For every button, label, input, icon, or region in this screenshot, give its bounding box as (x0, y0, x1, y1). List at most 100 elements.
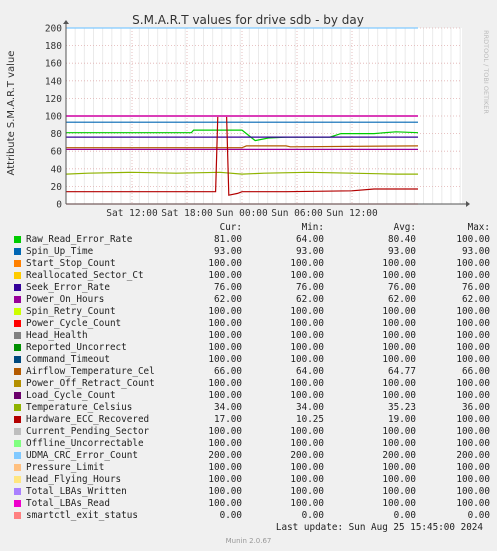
legend-row: Pressure_Limit 100.00 100.00 100.00 100.00 (12, 462, 492, 474)
legend-cur: 100.00 (208, 462, 242, 473)
legend-name: Raw_Read_Error_Rate (26, 234, 133, 245)
legend-row: Power_Cycle_Count 100.00 100.00 100.00 100.0… (12, 318, 492, 330)
legend-min: 100.00 (290, 270, 324, 281)
legend-name: Command_Timeout (26, 354, 110, 365)
legend-max: 100.00 (456, 438, 490, 449)
legend-max: 100.00 (456, 390, 490, 401)
legend-rows: Raw_Read_Error_Rate 81.00 64.00 80.40 100.00… (12, 234, 492, 522)
legend-min: 100.00 (290, 258, 324, 269)
legend-avg: 100.00 (382, 378, 416, 389)
legend-name: Total_LBAs_Written (26, 486, 127, 497)
legend-avg: 100.00 (382, 462, 416, 473)
legend-min: 64.00 (296, 366, 324, 377)
y-tick-label: 140 (45, 76, 62, 87)
legend-avg: 100.00 (382, 330, 416, 341)
legend-cur: 100.00 (208, 318, 242, 329)
legend-name: Temperature_Celsius (26, 402, 133, 413)
legend-min: 0.00 (301, 510, 324, 521)
legend-avg: 100.00 (382, 342, 416, 353)
legend-min: 100.00 (290, 318, 324, 329)
legend-min: 100.00 (290, 378, 324, 389)
legend-name: Seek_Error_Rate (26, 282, 110, 293)
legend-min: 100.00 (290, 330, 324, 341)
x-tick-label: Sun 06:00 (271, 208, 323, 219)
last-update: Last update: Sun Aug 25 15:45:00 2024 (275, 522, 483, 533)
legend-row: Start_Stop_Count 100.00 100.00 100.00 100.00 (12, 258, 492, 270)
legend-avg: 100.00 (382, 426, 416, 437)
legend-name: Current_Pending_Sector (26, 426, 150, 437)
legend-cur: 100.00 (208, 342, 242, 353)
legend-swatch (14, 380, 21, 387)
x-tick-label: Sat 18:00 (161, 208, 213, 219)
legend-max: 100.00 (456, 462, 490, 473)
legend-cur: 81.00 (214, 234, 242, 245)
y-tick-label: 100 (45, 112, 62, 123)
legend-avg: 76.00 (388, 282, 416, 293)
legend-header: Cur: Min: Avg: Max: (12, 222, 492, 234)
legend-max: 0.00 (467, 510, 490, 521)
header-cur: Cur: (219, 222, 242, 233)
legend-avg: 100.00 (382, 354, 416, 365)
legend-min: 100.00 (290, 474, 324, 485)
legend-avg: 62.00 (388, 294, 416, 305)
legend-min: 34.00 (296, 402, 324, 413)
legend-swatch (14, 356, 21, 363)
legend-avg: 100.00 (382, 474, 416, 485)
legend-swatch (14, 488, 21, 495)
x-axis-arrow (466, 201, 470, 207)
legend-row: Power_Off_Retract_Count 100.00 100.00 100.0… (12, 378, 492, 390)
legend-min: 100.00 (290, 426, 324, 437)
legend-avg: 64.77 (388, 366, 416, 377)
smart-chart: S.M.A.R.T values for drive sdb - by day … (6, 13, 490, 219)
legend-avg: 35.23 (388, 402, 416, 413)
legend-swatch (14, 332, 21, 339)
legend-swatch (14, 452, 21, 459)
legend-name: Hardware_ECC_Recovered (26, 414, 150, 425)
legend-max: 100.00 (456, 474, 490, 485)
legend-cur: 17.00 (214, 414, 242, 425)
legend-max: 200.00 (456, 450, 490, 461)
legend-cur: 100.00 (208, 486, 242, 497)
legend-cur: 100.00 (208, 438, 242, 449)
legend-min: 100.00 (290, 306, 324, 317)
legend-name: Power_On_Hours (26, 294, 105, 305)
legend-row: Spin_Up_Time 93.00 93.00 93.00 93.00 (12, 246, 492, 258)
legend-min: 64.00 (296, 234, 324, 245)
legend-cur: 76.00 (214, 282, 242, 293)
legend-swatch (14, 236, 21, 243)
legend-swatch (14, 296, 21, 303)
legend-swatch (14, 248, 21, 255)
legend-min: 200.00 (290, 450, 324, 461)
legend-min: 100.00 (290, 438, 324, 449)
legend-cur: 100.00 (208, 474, 242, 485)
legend-swatch (14, 368, 21, 375)
legend-min: 100.00 (290, 390, 324, 401)
legend-avg: 19.00 (388, 414, 416, 425)
legend-max: 66.00 (462, 366, 490, 377)
y-tick-label: 60 (51, 147, 63, 158)
legend-row: Reallocated_Sector_Ct 100.00 100.00 100.00 1… (12, 270, 492, 282)
legend-name: Reported_Uncorrect (26, 342, 127, 353)
y-tick-label: 200 (45, 24, 62, 35)
legend-swatch (14, 272, 21, 279)
legend-row: Airflow_Temperature_Cel 66.00 64.00 64.77 66… (12, 366, 492, 378)
legend-row: Spin_Retry_Count 100.00 100.00 100.00 100.00 (12, 306, 492, 318)
legend-cur: 200.00 (208, 450, 242, 461)
legend-max: 93.00 (462, 246, 490, 257)
legend-row: Power_On_Hours 62.00 62.00 62.00 62.00 (12, 294, 492, 306)
header-max: Max: (467, 222, 490, 233)
legend-cur: 100.00 (208, 378, 242, 389)
legend-max: 100.00 (456, 354, 490, 365)
legend-row: Total_LBAs_Read 100.00 100.00 100.00 100.00 (12, 498, 492, 510)
legend-cur: 100.00 (208, 330, 242, 341)
legend-max: 100.00 (456, 330, 490, 341)
y-tick-label: 40 (51, 164, 63, 175)
y-tick-label: 80 (51, 129, 63, 140)
legend-name: Head_Health (26, 330, 88, 341)
legend-max: 100.00 (456, 234, 490, 245)
legend-max: 76.00 (462, 282, 490, 293)
watermark: RRDTOOL / TOBI OETIKER (482, 30, 490, 114)
legend-cur: 62.00 (214, 294, 242, 305)
legend-row: smartctl_exit_status 0.00 0.00 0.00 0.00 (12, 510, 492, 522)
legend-cur: 100.00 (208, 354, 242, 365)
